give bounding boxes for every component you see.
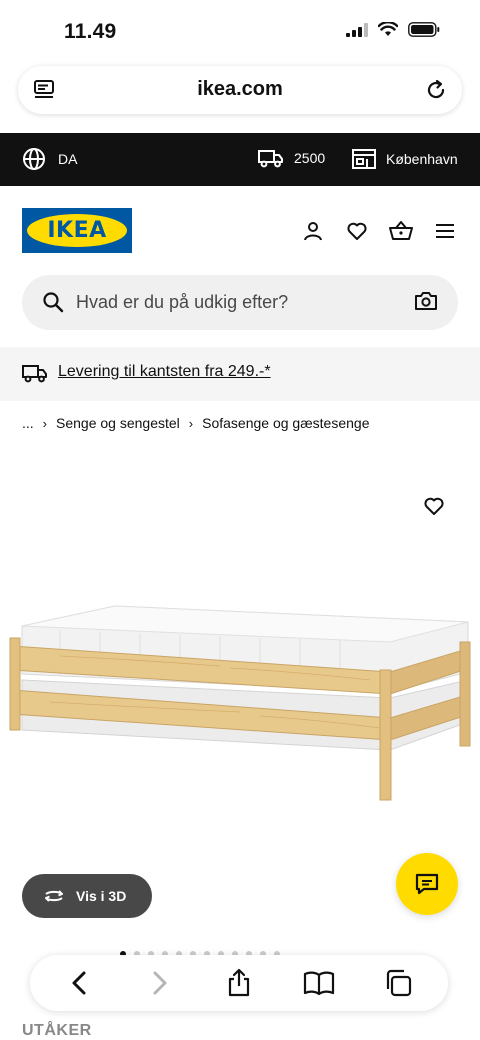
forward-icon[interactable] (139, 963, 179, 1003)
breadcrumb-ellipsis[interactable]: ... (22, 415, 34, 431)
language-selector[interactable]: DA (22, 147, 77, 171)
postal-code-label: 2500 (294, 150, 326, 166)
basket-icon[interactable] (388, 218, 414, 244)
globe-icon (23, 148, 45, 170)
product-image[interactable] (0, 590, 480, 810)
chat-icon (415, 873, 439, 895)
delivery-banner[interactable]: Levering til kantsten fra 249.-* (0, 347, 480, 401)
breadcrumb: ... › Senge og sengestel › Sofasenge og … (22, 415, 369, 431)
ikea-logo[interactable]: IKEA (22, 208, 132, 253)
status-icons (346, 22, 440, 37)
address-url[interactable]: ikea.com (18, 78, 462, 101)
store-icon (352, 149, 376, 169)
search-icon (42, 291, 64, 318)
logo-text: IKEA (47, 218, 107, 243)
browser-toolbar (30, 955, 448, 1011)
address-bar[interactable]: ikea.com (18, 66, 462, 114)
status-time: 11.49 (64, 20, 117, 43)
chevron-right-icon: › (42, 415, 48, 431)
breadcrumb-item-beds[interactable]: Senge og sengestel (56, 415, 180, 431)
product-name: UTÅKER (22, 1022, 92, 1039)
search-input[interactable]: Hvad er du på udkig efter? (22, 275, 458, 330)
chat-button[interactable] (396, 853, 458, 915)
breadcrumb-item-sofa-beds[interactable]: Sofasenge og gæstesenge (202, 415, 369, 431)
truck-icon (22, 362, 48, 389)
language-label: DA (58, 151, 78, 167)
store-selector[interactable]: København (352, 148, 458, 170)
menu-icon[interactable] (432, 218, 458, 244)
camera-icon[interactable] (414, 290, 438, 317)
search-placeholder: Hvad er du på udkig efter? (76, 292, 289, 312)
cellular-signal-icon (346, 22, 368, 37)
bookmarks-icon[interactable] (299, 963, 339, 1003)
heart-icon[interactable] (344, 218, 370, 244)
tabs-overview-icon[interactable] (378, 963, 418, 1003)
account-icon[interactable] (300, 218, 326, 244)
share-icon[interactable] (219, 963, 259, 1003)
chevron-right-icon: › (188, 415, 194, 431)
add-to-wishlist-heart-icon[interactable] (422, 494, 446, 523)
back-icon[interactable] (60, 963, 100, 1003)
battery-icon (408, 22, 440, 37)
rotate-3d-icon (45, 890, 63, 902)
store-label: København (386, 151, 458, 167)
delivery-link[interactable]: Levering til kantsten fra 249.-* (58, 363, 271, 381)
status-bar: 11.49 (0, 0, 480, 62)
truck-icon (258, 150, 283, 168)
logo-oval: IKEA (27, 214, 127, 247)
header-icons (300, 218, 458, 244)
postal-code-selector[interactable]: 2500 (258, 148, 325, 168)
wifi-icon (378, 22, 398, 36)
reload-icon[interactable] (424, 78, 448, 107)
view-in-3d-label: Vis i 3D (76, 888, 127, 904)
view-in-3d-button[interactable]: Vis i 3D (22, 874, 152, 918)
top-bar: DA 2500 København (0, 133, 480, 186)
